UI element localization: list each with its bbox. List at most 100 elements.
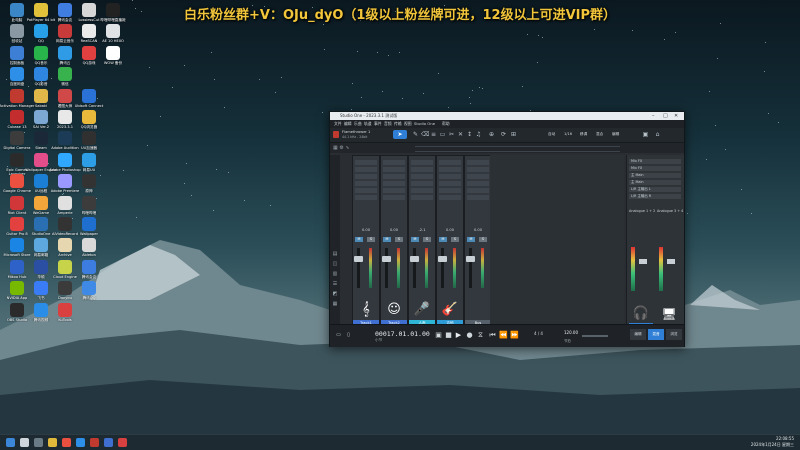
zoom-tool-icon[interactable]: ⊕ bbox=[488, 131, 495, 138]
forward-icon[interactable]: ⏩ bbox=[510, 331, 519, 340]
insert-slot[interactable] bbox=[439, 160, 461, 165]
nav-icon-1[interactable]: ▤ bbox=[331, 251, 339, 257]
toolbar-label[interactable]: 自动 bbox=[548, 132, 555, 137]
tempo-slider[interactable] bbox=[582, 335, 608, 337]
nav-icon-4[interactable]: ☰ bbox=[331, 281, 339, 287]
solo-button[interactable]: S bbox=[367, 237, 375, 242]
solo-button[interactable]: S bbox=[395, 237, 403, 242]
rewind-icon[interactable]: ⏪ bbox=[499, 331, 508, 340]
paint-tool-icon[interactable]: ≡ bbox=[430, 131, 437, 138]
start-icon[interactable] bbox=[6, 438, 15, 447]
insert-slot[interactable] bbox=[411, 167, 433, 172]
taskview-icon[interactable] bbox=[34, 438, 43, 447]
arrow-tool-button[interactable]: ➤ bbox=[393, 130, 407, 139]
mute-button[interactable]: M bbox=[411, 237, 419, 242]
output-item[interactable]: Mix FX bbox=[629, 159, 681, 164]
toolbar-label[interactable]: 混合 bbox=[596, 132, 603, 137]
output-item[interactable]: L/R 主输出 L bbox=[629, 187, 681, 192]
output-fader-b[interactable] bbox=[667, 259, 675, 264]
insert-slot[interactable] bbox=[467, 195, 489, 200]
minimize-icon[interactable]: – bbox=[652, 113, 655, 119]
mute-button[interactable]: M bbox=[467, 237, 475, 242]
fader-handle[interactable] bbox=[410, 256, 419, 262]
studio-one-taskbar-icon[interactable] bbox=[104, 438, 113, 447]
desktop-icon[interactable]: WOW 备份 bbox=[98, 45, 128, 75]
fader-handle[interactable] bbox=[354, 256, 363, 262]
snap-icon[interactable]: ⊞ bbox=[510, 131, 517, 138]
menu-item[interactable]: 帮助 bbox=[442, 121, 450, 127]
insert-slot[interactable] bbox=[439, 167, 461, 172]
record-icon[interactable]: ● bbox=[465, 331, 474, 340]
menu-item[interactable]: 文件 bbox=[334, 121, 342, 127]
stop-icon[interactable]: ■ bbox=[444, 331, 453, 340]
app-icon-3[interactable] bbox=[118, 438, 127, 447]
mute-button[interactable]: M bbox=[383, 237, 391, 242]
eraser-tool-icon[interactable]: ⌫ bbox=[421, 131, 429, 138]
insert-slot[interactable] bbox=[467, 181, 489, 186]
metronome-icon[interactable]: ⧖ bbox=[476, 331, 485, 340]
toolbar-label[interactable]: 移调 bbox=[580, 132, 587, 137]
output-item[interactable]: 主 Main bbox=[629, 173, 681, 178]
chrome-icon[interactable] bbox=[62, 438, 71, 447]
menu-item[interactable]: 编辑 bbox=[344, 121, 352, 127]
insert-slot[interactable] bbox=[355, 167, 377, 172]
insert-slot[interactable] bbox=[355, 181, 377, 186]
search-icon[interactable] bbox=[20, 438, 29, 447]
page-button[interactable]: 浏览 bbox=[666, 329, 682, 340]
menu-item[interactable]: 乐曲 bbox=[354, 121, 362, 127]
insert-slot[interactable] bbox=[383, 188, 405, 193]
menu-item[interactable]: 视图 bbox=[404, 121, 412, 127]
insert-slot[interactable] bbox=[467, 174, 489, 179]
menu-item[interactable]: 传输 bbox=[394, 121, 402, 127]
app-icon-1[interactable] bbox=[76, 438, 85, 447]
insert-slot[interactable] bbox=[439, 181, 461, 186]
nav-icon-3[interactable]: ▥ bbox=[331, 271, 339, 277]
nav-icon-5[interactable]: ◩ bbox=[331, 291, 339, 297]
insert-slot[interactable] bbox=[383, 181, 405, 186]
insert-slot[interactable] bbox=[467, 167, 489, 172]
fader-handle[interactable] bbox=[466, 256, 475, 262]
insert-slot[interactable] bbox=[355, 174, 377, 179]
insert-slot[interactable] bbox=[439, 195, 461, 200]
output-item[interactable]: L/R 主输出 R bbox=[629, 194, 681, 199]
insert-slot[interactable] bbox=[355, 188, 377, 193]
play-icon[interactable]: ▶ bbox=[454, 331, 463, 340]
page-button[interactable]: 编辑 bbox=[630, 329, 646, 340]
listen-tool-icon[interactable]: ♫ bbox=[475, 131, 482, 138]
close-icon[interactable]: ✕ bbox=[674, 113, 678, 119]
pencil-tool-icon[interactable]: ✎ bbox=[412, 131, 419, 138]
home-icon[interactable]: ⌂ bbox=[654, 131, 661, 138]
toolbar-label[interactable]: 编辑 bbox=[612, 132, 619, 137]
output-item[interactable]: Mix FX bbox=[629, 166, 681, 171]
performance-icon[interactable]: ▭ bbox=[334, 331, 343, 340]
solo-button[interactable]: S bbox=[479, 237, 487, 242]
insert-slot[interactable] bbox=[383, 160, 405, 165]
insert-slot[interactable] bbox=[439, 188, 461, 193]
menu-item[interactable]: 事件 bbox=[374, 121, 382, 127]
explorer-icon[interactable] bbox=[48, 438, 57, 447]
range-tool-icon[interactable]: ▭ bbox=[439, 131, 446, 138]
menu-item[interactable]: 轨道 bbox=[364, 121, 372, 127]
menu-item[interactable]: 音频 bbox=[384, 121, 392, 127]
song-page-icon[interactable]: ▣ bbox=[642, 131, 649, 138]
mute-button[interactable]: M bbox=[355, 237, 363, 242]
insert-slot[interactable] bbox=[411, 195, 433, 200]
insert-slot[interactable] bbox=[355, 160, 377, 165]
insert-slot[interactable] bbox=[467, 160, 489, 165]
insert-slot[interactable] bbox=[355, 195, 377, 200]
bend-tool-icon[interactable]: ↕ bbox=[466, 131, 473, 138]
output-fader-a[interactable] bbox=[639, 259, 647, 264]
mute-button[interactable]: M bbox=[439, 237, 447, 242]
return-to-zero-icon[interactable]: ⏮ bbox=[488, 331, 497, 340]
loop-icon[interactable]: ▣ bbox=[434, 331, 443, 340]
split-tool-icon[interactable]: ✂ bbox=[448, 131, 455, 138]
output-item[interactable]: 主 Main bbox=[629, 180, 681, 185]
insert-slot[interactable] bbox=[383, 167, 405, 172]
fader-handle[interactable] bbox=[382, 256, 391, 262]
redo-tool-icon[interactable]: ⟳ bbox=[500, 131, 507, 138]
midi-icon[interactable]: ▯ bbox=[344, 331, 353, 340]
insert-slot[interactable] bbox=[383, 195, 405, 200]
insert-slot[interactable] bbox=[411, 174, 433, 179]
insert-slot[interactable] bbox=[411, 188, 433, 193]
insert-slot[interactable] bbox=[467, 188, 489, 193]
